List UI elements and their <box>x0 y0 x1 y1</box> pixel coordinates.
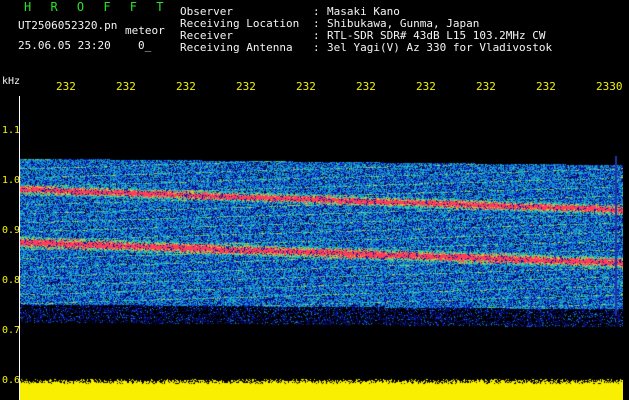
info-label-antenna: Receiving Antenna <box>180 41 293 54</box>
x-tick-label: 2330 <box>596 80 623 93</box>
info-label-location: Receiving Location <box>180 17 300 30</box>
x-tick-label: 232 <box>476 80 496 93</box>
timestamp: 25.06.05 23:20 <box>18 39 111 52</box>
info-value-antenna: 3el Yagi(V) Az 330 for Vladivostok <box>327 41 553 54</box>
info-sep: : <box>313 17 320 30</box>
info-label-receiver: Receiver <box>180 29 233 42</box>
detection-tag: meteor <box>125 24 165 37</box>
file-name: UT2506052320.pn <box>18 19 118 32</box>
x-tick-label: 232 <box>296 80 316 93</box>
y-tick-label: 1.1 <box>2 125 21 136</box>
y-tick-label: 0.8 <box>2 275 21 286</box>
y-tick-label: 0.6 <box>2 375 21 386</box>
x-tick-label: 232 <box>236 80 256 93</box>
x-tick-label: 232 <box>116 80 136 93</box>
info-sep: : <box>313 5 320 18</box>
x-tick-label: 232 <box>356 80 376 93</box>
y-tick-label: 0.9 <box>2 225 21 236</box>
info-sep: : <box>313 41 320 54</box>
info-sep: : <box>313 29 320 42</box>
y-tick-label: 0.7 <box>2 325 21 336</box>
x-tick-label: 232 <box>536 80 556 93</box>
y-axis-unit: kHz <box>2 76 21 87</box>
x-tick-label: 232 <box>56 80 76 93</box>
y-tick-label: 1.0 <box>2 175 21 186</box>
info-label-observer: Observer <box>180 5 233 18</box>
info-value-observer: Masaki Kano <box>327 5 400 18</box>
event-counter: 0_ <box>138 39 152 52</box>
spectrogram-plot[interactable] <box>20 96 623 400</box>
brand-title: H R O F F T <box>24 0 170 14</box>
info-value-receiver: RTL-SDR SDR# 43dB L15 103.2MHz CW <box>327 29 546 42</box>
info-value-location: Shibukawa, Gunma, Japan <box>327 17 480 30</box>
x-tick-label: 232 <box>416 80 436 93</box>
x-tick-label: 232 <box>176 80 196 93</box>
